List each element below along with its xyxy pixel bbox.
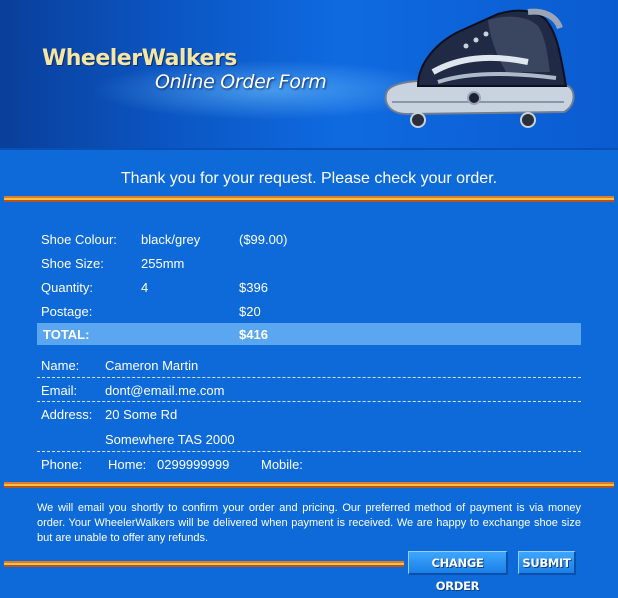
submit-button[interactable]: SUBMIT	[518, 551, 576, 575]
shoe-colour-price: ($99.00)	[239, 232, 288, 247]
divider-stripe	[4, 196, 614, 202]
total-label: TOTAL:	[43, 327, 90, 342]
header-banner: WheelerWalkers Online Order Form	[0, 0, 618, 150]
dashed-divider	[37, 451, 581, 452]
divider-stripe	[4, 561, 404, 567]
order-notice: We will email you shortly to confirm you…	[37, 502, 581, 544]
postage-label: Postage:	[41, 304, 93, 319]
divider-stripe	[4, 482, 614, 488]
home-phone-label: Home:	[108, 457, 147, 472]
dashed-divider	[37, 377, 581, 378]
name-label: Name:	[41, 358, 80, 373]
shoe-size-label: Shoe Size:	[41, 256, 104, 271]
shoe-colour-label: Shoe Colour:	[41, 232, 117, 247]
quantity-value: 4	[141, 280, 149, 295]
total-price: $416	[239, 327, 268, 342]
email-value: dont@email.me.com	[105, 383, 225, 398]
dashed-divider	[37, 401, 581, 402]
quantity-label: Quantity:	[41, 280, 94, 295]
phone-label: Phone:	[41, 457, 83, 472]
shoe-colour-value: black/grey	[141, 232, 201, 247]
quantity-price: $396	[239, 280, 268, 295]
thanks-message: Thank you for your request. Please check…	[120, 170, 498, 187]
total-row: TOTAL: $416	[37, 323, 581, 345]
address-line2: Somewhere TAS 2000	[105, 432, 235, 447]
email-label: Email:	[41, 383, 78, 398]
address-label: Address:	[41, 407, 93, 422]
change-order-button[interactable]: CHANGE ORDER	[408, 551, 508, 593]
address-line1: 20 Some Rd	[105, 407, 178, 422]
mobile-phone-label: Mobile:	[261, 457, 303, 472]
wheeled-shoe-image	[384, 8, 575, 128]
shoe-size-value: 255mm	[141, 256, 185, 271]
form-subtitle: Online Order Form	[155, 71, 327, 93]
name-value: Cameron Martin	[105, 358, 199, 373]
postage-price: $20	[239, 304, 261, 319]
home-phone-value: 0299999999	[157, 457, 230, 472]
brand-logo-text: WheelerWalkers	[42, 46, 237, 71]
